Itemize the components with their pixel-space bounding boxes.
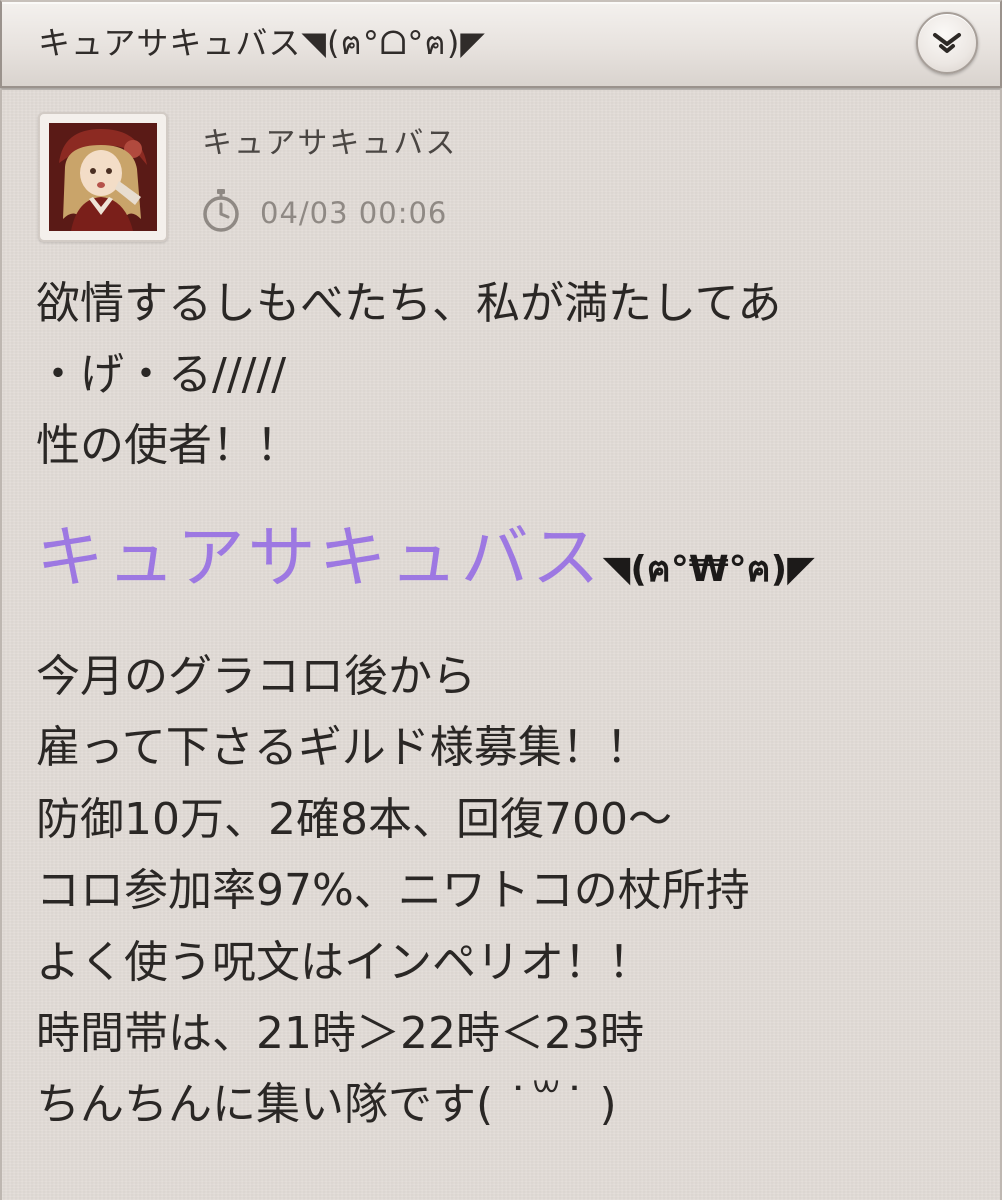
post-line: コロ参加率97%、ニワトコの杖所持 <box>36 865 750 917</box>
post-line: 性の使者！！ <box>36 420 300 471</box>
post-line: ・げ・る///// <box>36 349 287 400</box>
post-card: キュアサキュバス 04/03 00:06 欲情するしもべたち、私が満たしてあ ・… <box>0 90 1002 1200</box>
post-body-details: 今月のグラコロ後から 雇って下さるギルド様募集！！ 防御10万、2確8本、回復7… <box>36 641 976 1141</box>
post-line: 欲情するしもべたち、私が満たしてあ <box>36 278 782 329</box>
post-line: 時間帯は、21時＞22時＜23時 <box>36 1007 644 1059</box>
highlight-heading: キュアサキュバス◥(ฅ°₩°ฅ)◤ <box>36 502 815 598</box>
highlight-name: キュアサキュバス <box>36 519 603 598</box>
expand-button[interactable] <box>916 12 978 74</box>
post-line: 今月のグラコロ後から <box>36 651 476 702</box>
post-line: 防御10万、2確8本、回復700〜 <box>36 793 672 845</box>
post-line: ちんちんに集い隊です( ˙꒳˙ ) <box>36 1079 617 1131</box>
highlight-kaomoji: ◥(ฅ°₩°ฅ)◤ <box>602 549 815 590</box>
stopwatch-icon <box>203 189 239 232</box>
author-name[interactable]: キュアサキュバス <box>202 118 457 162</box>
header-title: キュアサキュバス◥(ฅ°ᗝ°ฅ)◤ <box>38 24 486 62</box>
header-bar: キュアサキュバス◥(ฅ°ᗝ°ฅ)◤ <box>0 0 1002 88</box>
post-line: 雇って下さるギルド様募集！！ <box>36 722 650 774</box>
post-line: よく使う呪文はインペリオ！！ <box>36 936 652 988</box>
post-timestamp: 04/03 00:06 <box>260 196 448 230</box>
post-body-intro: 欲情するしもべたち、私が満たしてあ ・げ・る///// 性の使者！！ <box>36 268 976 481</box>
avatar-image <box>49 123 157 231</box>
chevron-down-icon <box>933 33 961 53</box>
avatar[interactable] <box>38 112 168 242</box>
